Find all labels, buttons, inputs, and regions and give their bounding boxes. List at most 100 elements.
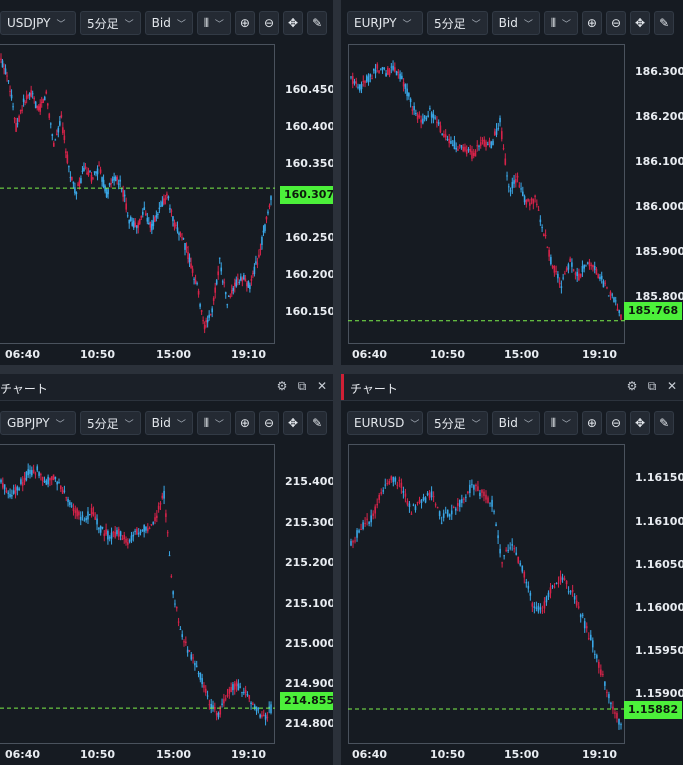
candle-body — [500, 131, 503, 140]
candle-body — [503, 555, 505, 557]
candle-body — [495, 128, 498, 135]
candle-body — [473, 485, 475, 490]
candle-body — [588, 261, 591, 267]
candle-body — [501, 562, 503, 564]
candle-body — [544, 235, 547, 237]
candle-body — [182, 238, 185, 240]
candle-body — [138, 219, 141, 224]
candle-body — [160, 205, 162, 207]
candle-body — [14, 487, 17, 494]
candle-body — [255, 706, 258, 712]
candle-body — [533, 606, 536, 608]
candle-body — [613, 297, 615, 303]
candle-body — [578, 273, 580, 281]
candle-body — [201, 678, 203, 685]
candle-body — [230, 290, 233, 294]
candle-body — [560, 286, 563, 289]
candle-body — [233, 683, 236, 690]
candle-body — [13, 118, 16, 120]
candle-body — [453, 140, 456, 150]
candle-body — [374, 506, 376, 514]
candle-body — [547, 592, 550, 598]
candle-body — [604, 681, 606, 686]
candle-body — [161, 201, 164, 207]
candle-body — [255, 261, 257, 264]
candle-body — [63, 135, 66, 140]
candle-body — [270, 196, 272, 201]
candle-body — [450, 510, 453, 515]
candle-body — [591, 640, 594, 648]
candle-body — [378, 70, 380, 73]
candle-body — [71, 177, 73, 180]
x-axis-label: 06:40 — [5, 348, 41, 361]
candle-body — [479, 492, 481, 497]
candle-body — [589, 634, 592, 641]
candle-body — [527, 198, 529, 202]
candle-body — [113, 176, 115, 180]
candle-body — [218, 257, 221, 259]
candle-body — [537, 605, 540, 612]
candle-body — [388, 481, 391, 484]
candle-body — [518, 185, 521, 187]
candle-body — [350, 76, 352, 78]
candle-body — [352, 540, 354, 543]
candle-body — [585, 265, 587, 267]
candle-body — [243, 275, 245, 280]
candle-body — [49, 478, 51, 481]
candle-body — [446, 509, 449, 517]
candle-body — [169, 208, 171, 210]
chart-svg — [0, 53, 275, 334]
candle-body — [232, 684, 234, 691]
candle-body — [522, 191, 524, 197]
candle-body — [258, 254, 260, 258]
candle-body — [598, 661, 600, 668]
candle-body — [420, 499, 423, 503]
y-axis-label: 1.16050 — [635, 558, 683, 571]
candle-body — [102, 179, 105, 188]
candle-body — [249, 284, 251, 290]
candle-body — [585, 626, 588, 629]
candle-body — [548, 249, 550, 257]
candle-body — [224, 698, 227, 700]
y-axis-label: 214.800 — [285, 717, 333, 730]
candle-body — [170, 210, 173, 212]
candle-body — [380, 492, 383, 494]
candle-body — [93, 171, 96, 173]
candle-body — [87, 171, 90, 176]
candle-body — [600, 275, 603, 280]
candle-body — [443, 133, 445, 138]
candle-body — [358, 530, 360, 533]
candle-body — [368, 522, 370, 524]
candle-body — [606, 287, 608, 289]
candle-body — [614, 300, 617, 302]
candle-body — [360, 528, 362, 530]
candle-body — [199, 672, 202, 680]
candle-body — [40, 474, 42, 476]
candle-body — [29, 469, 31, 474]
candle-body — [448, 138, 450, 144]
candle-body — [608, 694, 610, 699]
candle-body — [597, 274, 600, 279]
y-axis-label: 1.15900 — [635, 687, 683, 700]
candle-body — [400, 482, 403, 488]
candle-body — [471, 150, 473, 159]
candle-body — [388, 69, 391, 76]
candle-body — [167, 196, 170, 199]
candle-body — [12, 106, 14, 108]
candle-body — [166, 532, 169, 534]
y-axis-label: 160.350 — [285, 157, 333, 170]
candle-body — [69, 502, 71, 505]
candle-body — [181, 237, 183, 239]
candle-body — [11, 494, 13, 497]
candle-body — [381, 66, 384, 70]
candle-body — [164, 198, 167, 200]
candle-body — [16, 123, 19, 125]
candle-body — [36, 466, 39, 471]
candle-body — [489, 502, 491, 504]
candle-body — [451, 144, 454, 146]
candle-body — [125, 539, 127, 543]
candle-body — [541, 610, 544, 612]
candle-body — [192, 657, 194, 659]
candle-body — [372, 513, 374, 516]
candle-body — [230, 687, 232, 692]
